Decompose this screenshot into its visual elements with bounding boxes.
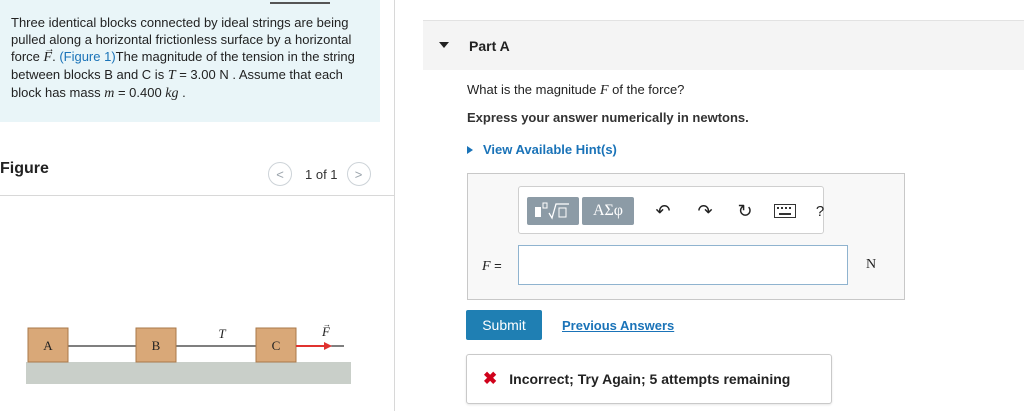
feedback-box: ✖ Incorrect; Try Again; 5 attempts remai…: [466, 354, 832, 404]
chevron-right-icon[interactable]: >: [346, 162, 371, 186]
pager-label: 1 of 1: [305, 166, 338, 182]
redo-icon[interactable]: ↷: [694, 200, 716, 222]
block-b-label: B: [152, 338, 161, 353]
frictionless-surface: [26, 362, 351, 384]
question-panel: Part A What is the magnitude F of the fo…: [395, 0, 1024, 411]
blocks-diagram: A B C T F →: [26, 320, 351, 384]
force-vector-arrow-icon: →: [323, 320, 331, 329]
force-arrow-head: [324, 342, 332, 350]
figure-link[interactable]: (Figure 1): [59, 49, 115, 64]
math-toolbar: ΑΣφ ↶ ↷ ↻ ?: [518, 186, 824, 234]
chevron-left-icon[interactable]: <: [268, 162, 292, 186]
question-symbol: F: [599, 83, 609, 98]
undo-icon[interactable]: ↶: [652, 200, 674, 222]
part-header[interactable]: Part A: [423, 20, 1024, 70]
problem-text: Three identical blocks connected by idea…: [11, 15, 355, 101]
keyboard-glyph: [774, 204, 796, 218]
answer-input[interactable]: [518, 245, 848, 285]
vector-arrow-icon: →: [44, 44, 55, 55]
tension-label: T: [218, 326, 226, 341]
keyboard-icon[interactable]: [774, 200, 796, 222]
figure-title: Figure: [0, 160, 49, 177]
block-a-label: A: [43, 338, 53, 353]
unit-label: N: [866, 257, 877, 272]
expand-triangle-icon: [467, 145, 473, 154]
figure-pager: < 1 of 1 >: [268, 162, 371, 186]
answer-box: ΑΣφ ↶ ↷ ↻ ? F = N: [467, 173, 905, 300]
templates-glyph: [535, 202, 569, 220]
instruction-text: Express your answer numerically in newto…: [467, 110, 749, 125]
part-title: Part A: [469, 38, 510, 54]
mass-unit: kg: [165, 86, 179, 101]
feedback-text: Incorrect; Try Again; 5 attempts remaini…: [509, 371, 791, 387]
divider: [0, 195, 395, 196]
problem-statement-box: Three identical blocks connected by idea…: [0, 0, 380, 122]
answer-label: F =: [482, 258, 502, 274]
force-vector-symbol: F →: [44, 44, 55, 66]
collapse-arrow-icon[interactable]: [439, 42, 449, 48]
question-text: What is the magnitude F of the force?: [467, 82, 685, 98]
hint-label: View Available Hint(s): [483, 142, 617, 157]
submit-button[interactable]: Submit: [466, 310, 542, 340]
templates-icon[interactable]: [527, 197, 579, 225]
tab-edge: [270, 0, 330, 4]
reset-icon[interactable]: ↻: [734, 200, 756, 222]
greek-letters-icon[interactable]: ΑΣφ: [582, 197, 634, 225]
previous-answers-link[interactable]: Previous Answers: [562, 318, 674, 333]
mass-symbol: m: [104, 86, 115, 101]
tension-symbol: T: [167, 68, 176, 83]
x-icon: ✖: [483, 369, 498, 388]
view-hints-link[interactable]: View Available Hint(s): [467, 142, 617, 157]
block-c-label: C: [272, 338, 281, 353]
help-icon[interactable]: ?: [809, 200, 831, 222]
problem-panel: Three identical blocks connected by idea…: [0, 0, 395, 411]
